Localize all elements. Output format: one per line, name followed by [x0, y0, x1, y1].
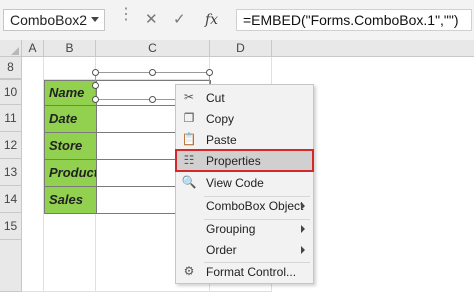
menu-item-view-code[interactable]: 🔍 View Code: [176, 172, 313, 193]
cell-b15[interactable]: [44, 213, 96, 292]
row-header-blank: [0, 240, 22, 292]
menu-item-paste[interactable]: 📋 Paste: [176, 129, 313, 150]
drag-handle-icon[interactable]: ⋮: [118, 7, 134, 28]
menu-item-label: Grouping: [206, 222, 256, 236]
label-cell-store[interactable]: Store: [44, 132, 97, 160]
name-box[interactable]: ComboBox2: [3, 9, 105, 31]
column-headers: A B C D: [0, 40, 474, 57]
row-header-15[interactable]: 15: [0, 213, 22, 240]
formula-bar: ComboBox2 ⋮ ✕ ✓ fx =EMBED("Forms.ComboBo…: [0, 0, 474, 40]
resize-handle-top-right[interactable]: [206, 69, 213, 76]
column-header-a[interactable]: A: [22, 40, 44, 57]
menu-item-copy[interactable]: ❐ Copy: [176, 108, 313, 129]
enter-check-icon[interactable]: ✓: [173, 9, 186, 31]
menu-item-grouping[interactable]: Grouping: [176, 218, 313, 239]
menu-item-properties[interactable]: ☷ Properties: [175, 149, 314, 172]
insert-function-icon[interactable]: fx: [205, 9, 218, 31]
row-header-11[interactable]: 11: [0, 105, 22, 132]
chevron-right-icon: [301, 225, 305, 233]
menu-item-label: View Code: [206, 176, 264, 190]
view-code-icon: 🔍: [181, 175, 197, 189]
menu-item-label: Properties: [206, 154, 261, 168]
row-header-12[interactable]: 12: [0, 132, 22, 159]
select-all-corner[interactable]: [0, 40, 22, 57]
properties-icon: ☷: [183, 153, 195, 167]
menu-item-format-control[interactable]: ⚙ Format Control...: [176, 261, 313, 282]
resize-handle-top-left[interactable]: [92, 69, 99, 76]
column-header-b[interactable]: B: [44, 40, 96, 57]
label-cell-name[interactable]: Name: [44, 80, 97, 106]
label-cell-product[interactable]: Product: [44, 159, 98, 187]
label-cell-sales[interactable]: Sales: [44, 186, 97, 214]
resize-handle-left[interactable]: [92, 82, 99, 89]
formula-input[interactable]: =EMBED("Forms.ComboBox.1",""): [236, 9, 472, 31]
menu-item-label: Paste: [206, 133, 237, 147]
menu-item-cut[interactable]: ✂ Cut: [176, 87, 313, 108]
menu-item-label: Format Control...: [206, 265, 297, 279]
chevron-right-icon: [301, 246, 305, 254]
menu-item-label: Order: [206, 243, 237, 257]
formula-actions: ✕ ✓ fx: [137, 9, 229, 31]
row-header-14[interactable]: 14: [0, 186, 22, 213]
paste-icon: 📋: [181, 132, 197, 146]
cell-b8[interactable]: [44, 57, 96, 80]
chevron-down-icon[interactable]: [91, 17, 99, 22]
row-header-13[interactable]: 13: [0, 159, 22, 186]
format-control-icon: ⚙: [183, 264, 195, 278]
resize-handle-top[interactable]: [149, 69, 156, 76]
context-menu: ✂ Cut ❐ Copy 📋 Paste ☷ Properties 🔍 View…: [175, 84, 314, 284]
resize-handle-bottom[interactable]: [149, 96, 156, 103]
column-header-c[interactable]: C: [96, 40, 210, 57]
resize-handle-bottom-left[interactable]: [92, 96, 99, 103]
column-a-cells[interactable]: [22, 57, 44, 292]
menu-item-combobox-object[interactable]: ComboBox Object: [176, 195, 313, 216]
name-box-value: ComboBox2: [10, 12, 88, 28]
menu-item-order[interactable]: Order: [176, 239, 313, 260]
chevron-right-icon: [301, 202, 305, 210]
copy-icon: ❐: [183, 111, 195, 125]
menu-item-label: Copy: [206, 112, 235, 126]
label-cell-date[interactable]: Date: [44, 105, 97, 133]
menu-item-label: Cut: [206, 91, 225, 105]
cancel-icon[interactable]: ✕: [145, 9, 158, 31]
row-header-8[interactable]: 8: [0, 57, 22, 79]
menu-item-label: ComboBox Object: [206, 199, 304, 213]
scissors-icon: ✂: [183, 90, 195, 104]
row-header-10[interactable]: 10: [0, 80, 22, 105]
column-header-d[interactable]: D: [210, 40, 272, 57]
